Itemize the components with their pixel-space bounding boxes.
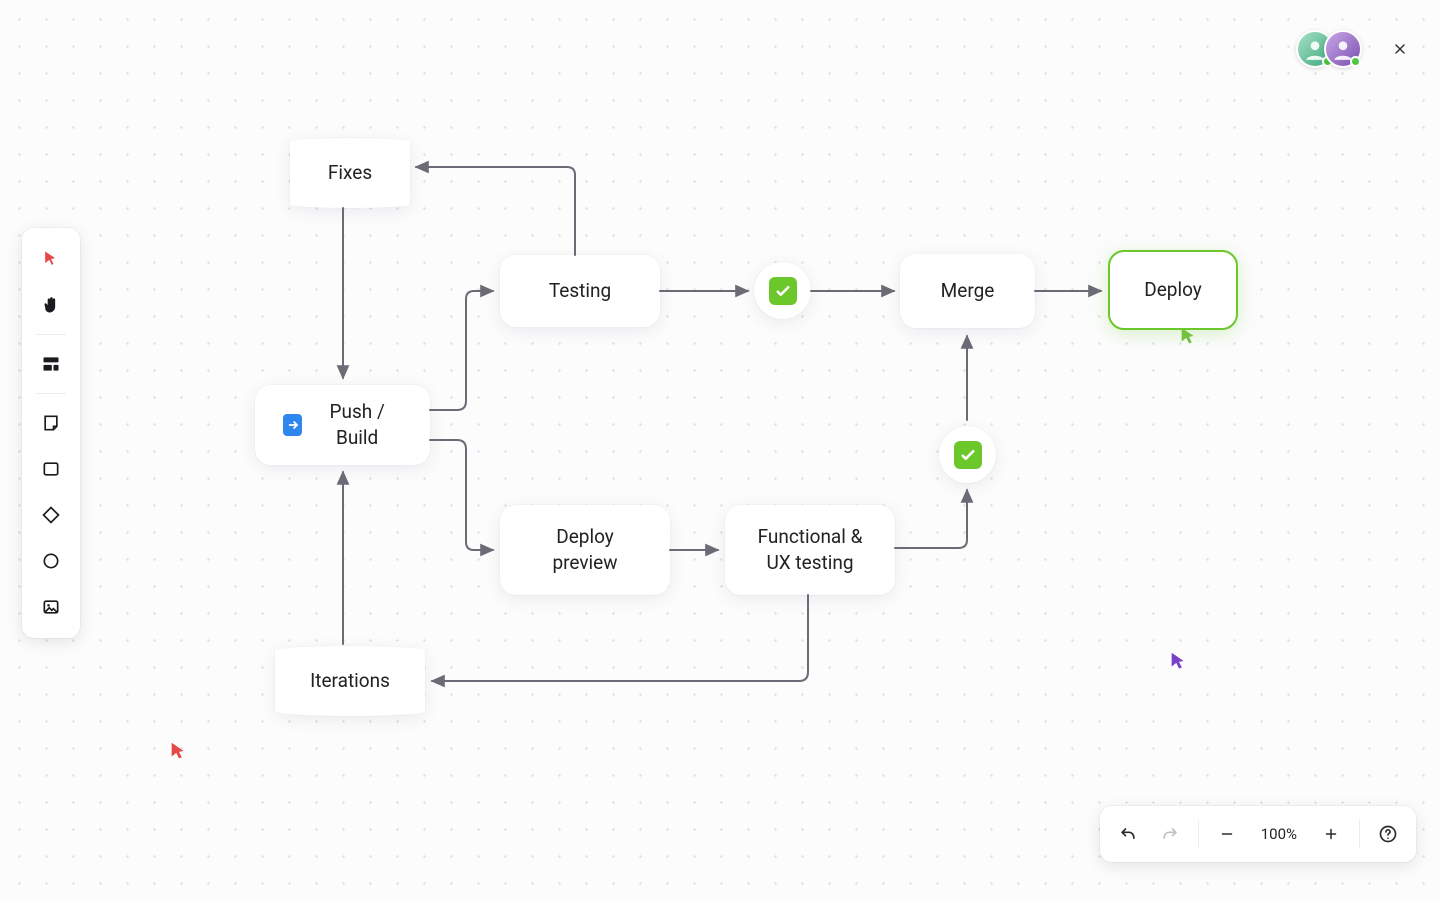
node-merge[interactable]: Merge — [900, 254, 1035, 328]
redo-button[interactable] — [1150, 814, 1190, 854]
node-label: Functional & UX testing — [758, 524, 863, 575]
avatar[interactable] — [1324, 30, 1362, 68]
node-testing[interactable]: Testing — [500, 255, 660, 327]
avatar-stack — [1296, 30, 1362, 68]
hand-tool[interactable] — [30, 284, 72, 326]
node-label: Fixes — [328, 160, 372, 186]
node-checkpoint-1[interactable] — [754, 262, 811, 319]
note-tool[interactable] — [30, 402, 72, 444]
toolbar-divider — [36, 334, 66, 335]
node-label: Merge — [941, 278, 995, 304]
node-label: Iterations — [310, 668, 390, 694]
help-button[interactable] — [1368, 814, 1408, 854]
node-fixes[interactable]: Fixes — [290, 138, 410, 208]
view-toolbar: 100% — [1100, 806, 1416, 862]
shape-toolbar — [22, 228, 80, 638]
node-checkpoint-2[interactable] — [939, 426, 996, 483]
canvas-background — [0, 0, 1440, 900]
check-icon — [954, 441, 982, 469]
status-online-icon — [1350, 56, 1361, 67]
toolbar-divider — [36, 393, 66, 394]
template-tool[interactable] — [30, 343, 72, 385]
zoom-level[interactable]: 100% — [1249, 825, 1309, 843]
arrow-right-icon — [283, 414, 302, 436]
zoom-out-button[interactable] — [1207, 814, 1247, 854]
node-label: Push / Build — [312, 399, 402, 450]
remote-cursor-green — [1178, 325, 1200, 351]
select-tool[interactable] — [30, 238, 72, 280]
zoom-in-button[interactable] — [1311, 814, 1351, 854]
ellipse-tool[interactable] — [30, 540, 72, 582]
check-icon — [769, 277, 797, 305]
toolbar-divider — [1198, 820, 1199, 848]
node-deploy-preview[interactable]: Deploy preview — [500, 505, 670, 595]
node-deploy[interactable]: Deploy — [1108, 250, 1238, 330]
node-label: Deploy — [1144, 277, 1202, 303]
node-label: Deploy preview — [552, 524, 617, 575]
presence-bar — [1296, 30, 1416, 68]
diamond-tool[interactable] — [30, 494, 72, 536]
node-functional-ux[interactable]: Functional & UX testing — [725, 505, 895, 595]
image-tool[interactable] — [30, 586, 72, 628]
rect-tool[interactable] — [30, 448, 72, 490]
remote-cursor-purple — [1168, 650, 1190, 676]
node-push-build[interactable]: Push / Build — [255, 385, 430, 465]
node-iterations[interactable]: Iterations — [275, 646, 425, 716]
remote-cursor-red — [168, 740, 190, 766]
undo-button[interactable] — [1108, 814, 1148, 854]
close-button[interactable] — [1384, 33, 1416, 65]
node-label: Testing — [549, 278, 611, 304]
toolbar-divider — [1359, 820, 1360, 848]
